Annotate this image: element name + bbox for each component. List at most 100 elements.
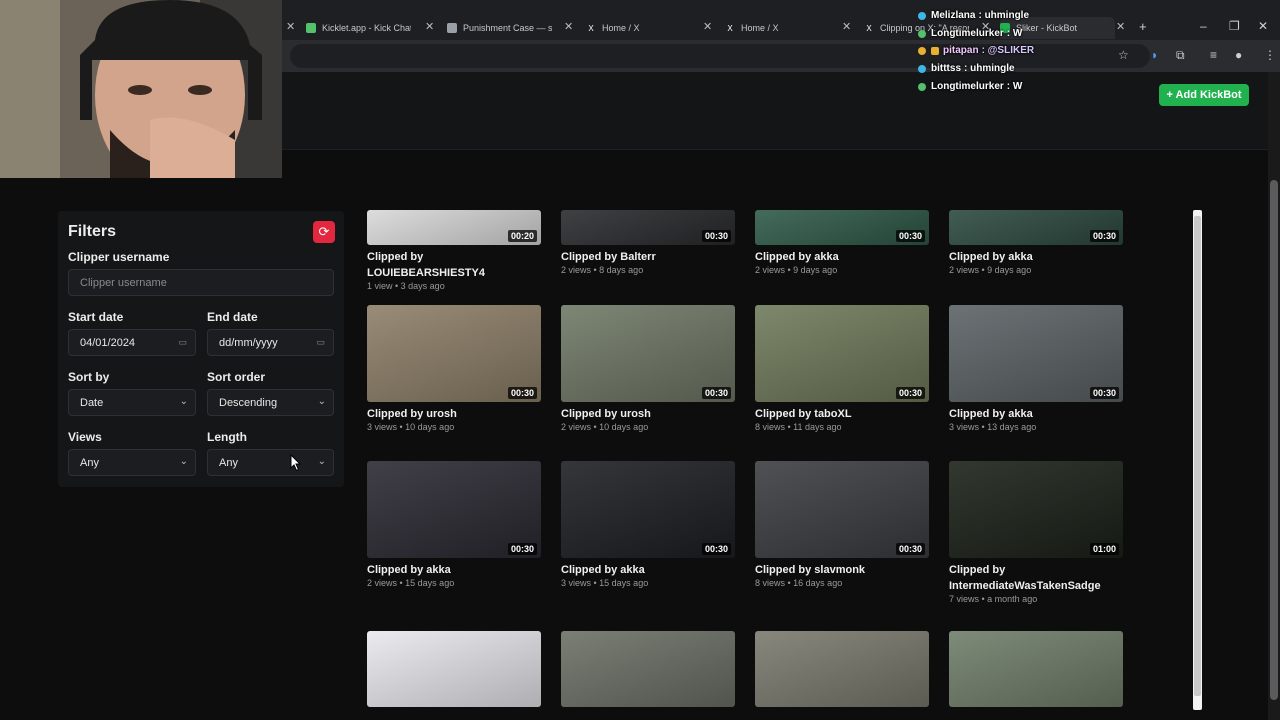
length-value: Any	[219, 456, 238, 469]
clip-title[interactable]: Clipped by akka	[755, 249, 929, 265]
chat-username: bitttss	[931, 63, 961, 74]
clip-title[interactable]: Clipped by slavmonk	[755, 562, 929, 578]
tab-close-icon[interactable]: ✕	[425, 20, 434, 33]
clip-card[interactable]	[949, 631, 1123, 707]
calendar-icon[interactable]: ▭	[178, 337, 187, 348]
tab-title: Home / X	[741, 23, 779, 33]
media-controls-icon[interactable]: ≡	[1210, 48, 1217, 62]
clip-title[interactable]: Clipped by LOUIEBEARSHIESTY4	[367, 249, 541, 281]
clip-thumbnail[interactable]: 00:30	[755, 210, 929, 245]
browser-tab[interactable]: Kicklet.app - Kick Chatbot	[306, 17, 411, 39]
clip-card[interactable]: 00:30 Clipped by akka 2 views • 9 days ago	[949, 210, 1123, 275]
clip-title[interactable]: Clipped by akka	[367, 562, 541, 578]
profile-avatar-icon[interactable]: ●	[1235, 48, 1242, 62]
views-select[interactable]: Any ⌄	[68, 449, 196, 476]
clip-card[interactable]: 00:20 Clipped by LOUIEBEARSHIESTY4 1 view …	[367, 210, 541, 291]
maximize-button[interactable]: ❐	[1229, 19, 1240, 33]
views-value: Any	[80, 456, 99, 469]
clip-thumbnail[interactable]	[949, 631, 1123, 707]
sort-by-select[interactable]: Date ⌄	[68, 389, 196, 416]
length-select[interactable]: Any ⌄	[207, 449, 334, 476]
clip-title[interactable]: Clipped by akka	[561, 562, 735, 578]
clip-thumbnail[interactable]	[755, 631, 929, 707]
add-kickbot-button[interactable]: + Add KickBot	[1159, 84, 1249, 106]
chat-username: Longtimelurker	[931, 28, 1004, 39]
clipper-username-input[interactable]: Clipper username	[68, 269, 334, 296]
clip-thumbnail[interactable]: 00:30	[561, 305, 735, 402]
minimize-button[interactable]: –	[1200, 19, 1207, 33]
clip-thumbnail[interactable]: 00:30	[755, 461, 929, 558]
clip-thumbnail[interactable]: 00:30	[561, 461, 735, 558]
clip-card[interactable]: 00:30 Clipped by akka 2 views • 9 days ago	[755, 210, 929, 275]
audio-icon[interactable]: ◗	[1151, 48, 1158, 62]
chat-message: Longtimelurker: W	[918, 28, 1022, 39]
tab-close-icon[interactable]: ✕	[703, 20, 712, 33]
clip-card[interactable]: 00:30 Clipped by akka 3 views • 13 days ag…	[949, 305, 1123, 432]
sort-by-value: Date	[80, 396, 104, 409]
sort-order-label: Sort order	[207, 370, 266, 384]
new-tab-button[interactable]: +	[1139, 19, 1147, 34]
clip-thumbnail[interactable]: 00:30	[561, 210, 735, 245]
clip-thumbnail[interactable]	[561, 631, 735, 707]
clip-thumbnail[interactable]: 00:30	[367, 305, 541, 402]
tab-title: Sliker - KickBot	[1016, 23, 1078, 33]
clip-meta: 2 views • 10 days ago	[561, 422, 649, 432]
sort-order-select[interactable]: Descending ⌄	[207, 389, 334, 416]
clip-card[interactable]: 00:30 Clipped by urosh 3 views • 10 days a…	[367, 305, 541, 432]
clip-card[interactable]: 00:30 Clipped by akka 2 views • 15 days ag…	[367, 461, 541, 588]
clip-title[interactable]: Clipped by urosh	[367, 406, 541, 422]
clip-title[interactable]: Clipped by akka	[949, 249, 1123, 265]
start-date-input[interactable]: 04/01/2024 ▭	[68, 329, 196, 356]
clip-card[interactable]	[367, 631, 541, 707]
clips-scrollbar-thumb[interactable]	[1194, 216, 1201, 696]
browser-tab[interactable]: Punishment Case — sliker	[447, 17, 552, 39]
sort-by-label: Sort by	[68, 370, 110, 384]
page-scrollbar-thumb[interactable]	[1270, 180, 1278, 700]
calendar-icon[interactable]: ▭	[316, 337, 325, 348]
clip-thumbnail[interactable]: 00:30	[367, 461, 541, 558]
clip-title[interactable]: Clipped by IntermediateWasTakenSadge	[949, 562, 1123, 594]
clip-meta: 3 views • 13 days ago	[949, 422, 1037, 432]
tab-favicon-icon: X	[727, 23, 733, 33]
tab-close-icon[interactable]: ✕	[1116, 20, 1125, 33]
browser-tab[interactable]: X Home / X	[725, 17, 830, 39]
clip-thumbnail[interactable]: 01:00	[949, 461, 1123, 558]
end-date-placeholder: dd/mm/yyyy	[219, 336, 278, 349]
clips-scrollbar[interactable]	[1193, 210, 1202, 710]
clip-title[interactable]: Clipped by akka	[949, 406, 1123, 422]
tab-favicon-icon	[306, 23, 316, 33]
browser-menu-icon[interactable]: ⋮	[1264, 48, 1276, 62]
clip-title[interactable]: Clipped by Balterr	[561, 249, 735, 265]
refresh-icon: ⟳	[318, 224, 330, 239]
page-scrollbar[interactable]	[1268, 72, 1280, 720]
clip-meta: 3 views • 10 days ago	[367, 422, 455, 432]
tab-close-icon[interactable]: ✕	[842, 20, 851, 33]
clip-card[interactable]: 00:30 Clipped by slavmonk 8 views • 16 day…	[755, 461, 929, 588]
clip-thumbnail[interactable]: 00:20	[367, 210, 541, 245]
clip-card[interactable]: 00:30 Clipped by akka 3 views • 15 days ag…	[561, 461, 735, 588]
tab-close-icon[interactable]: ✕	[564, 20, 573, 33]
bookmark-star-icon[interactable]: ☆	[1118, 48, 1129, 62]
extensions-icon[interactable]: ⧉	[1176, 48, 1185, 63]
chat-username: pitapan	[943, 45, 979, 56]
close-window-button[interactable]: ✕	[1258, 19, 1268, 33]
tab-favicon-icon: X	[866, 23, 872, 33]
clip-title[interactable]: Clipped by urosh	[561, 406, 735, 422]
clip-card[interactable]	[755, 631, 929, 707]
clip-thumbnail[interactable]: 00:30	[949, 305, 1123, 402]
clip-card[interactable]: 00:30 Clipped by urosh 2 views • 10 days a…	[561, 305, 735, 432]
reset-filters-button[interactable]: ⟳	[313, 221, 335, 243]
end-date-input[interactable]: dd/mm/yyyy ▭	[207, 329, 334, 356]
tab-title: Kicklet.app - Kick Chatbot	[322, 23, 411, 33]
clip-card[interactable]: 00:30 Clipped by Balterr 2 views • 8 days …	[561, 210, 735, 275]
clip-card[interactable]: 00:30 Clipped by taboXL 8 views • 11 days …	[755, 305, 929, 432]
tab-close-icon[interactable]: ✕	[286, 20, 295, 33]
clip-thumbnail[interactable]: 00:30	[949, 210, 1123, 245]
clip-duration-badge: 00:30	[895, 387, 925, 399]
clip-card[interactable]: 01:00 Clipped by IntermediateWasTakenSadg…	[949, 461, 1123, 604]
clip-title[interactable]: Clipped by taboXL	[755, 406, 929, 422]
browser-tab[interactable]: X Home / X	[586, 17, 691, 39]
clip-thumbnail[interactable]	[367, 631, 541, 707]
clip-thumbnail[interactable]: 00:30	[755, 305, 929, 402]
clip-card[interactable]	[561, 631, 735, 707]
